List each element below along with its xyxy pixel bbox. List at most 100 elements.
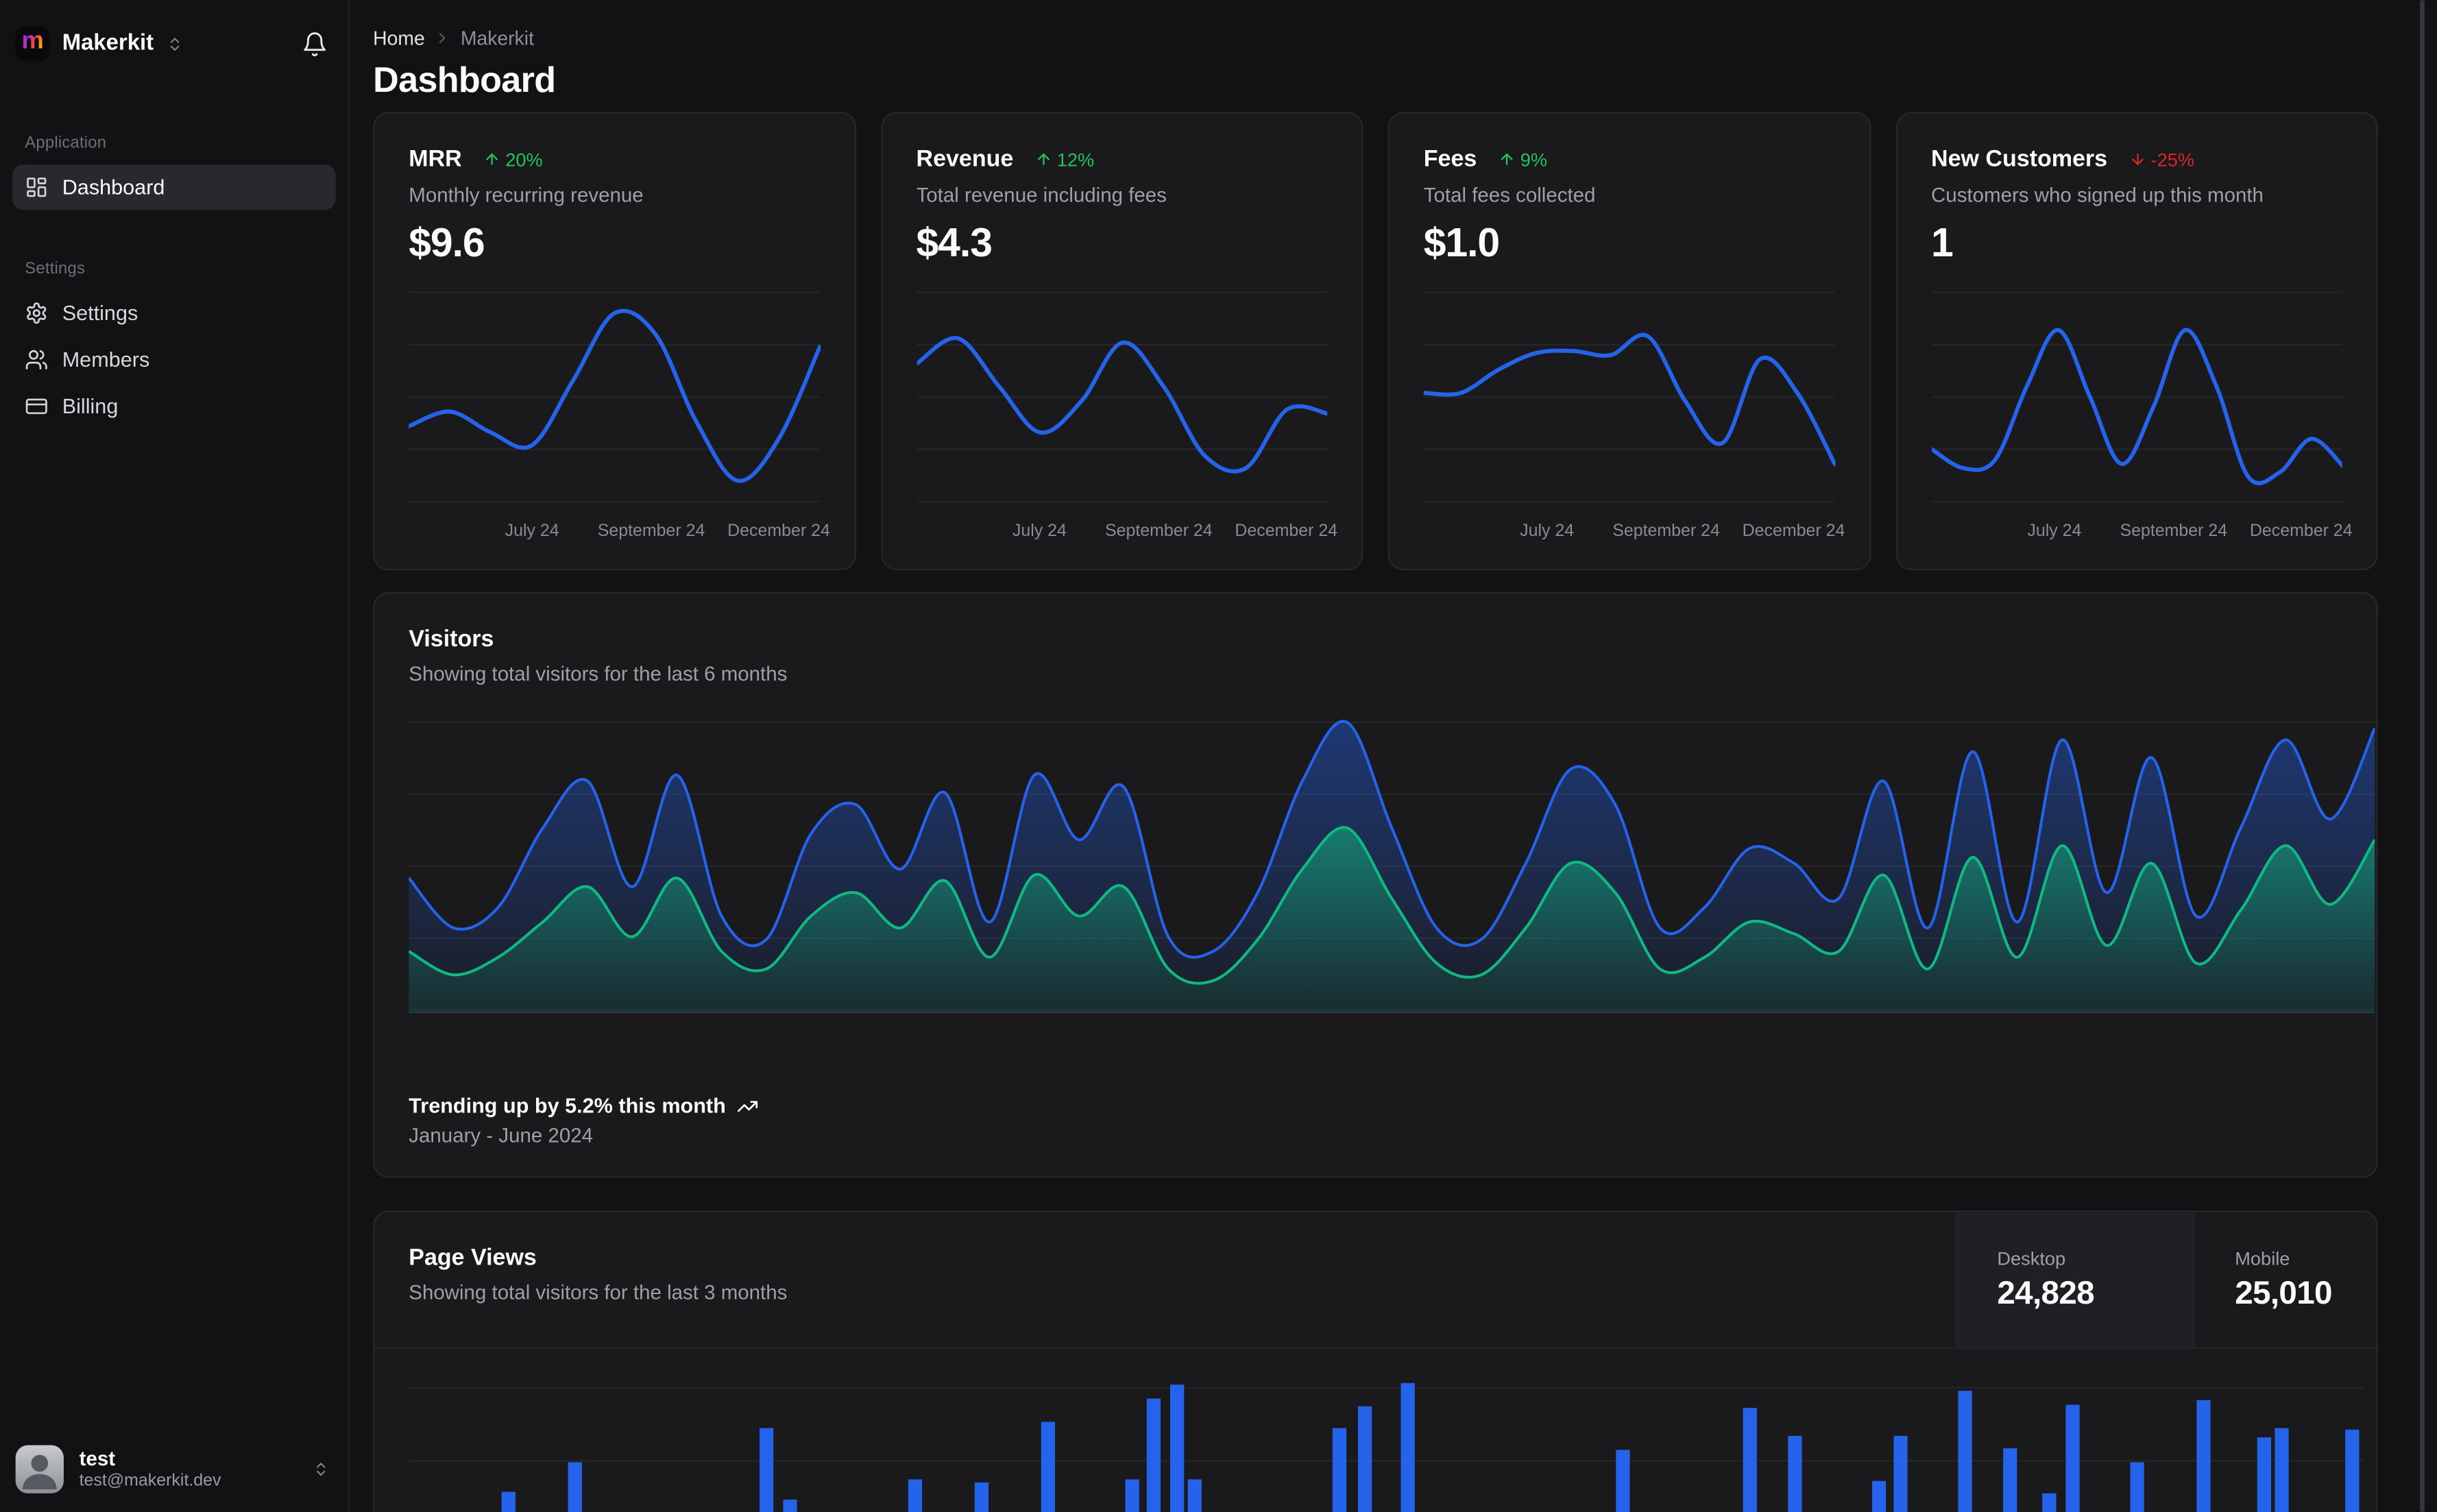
stat-card-mrr: MRR 20% Monthly recurring revenue $9.6 J…	[373, 112, 856, 571]
new-customers-sparkline-chart	[1931, 280, 2342, 517]
sidebar-item-label: Billing	[62, 394, 119, 418]
credit-card-icon	[25, 398, 47, 415]
trend-value: 12%	[1056, 148, 1095, 171]
makerkit-logo: m	[15, 26, 50, 61]
stat-value: $4.3	[916, 219, 993, 266]
gear-icon	[27, 302, 47, 324]
fees-sparkline-chart	[1423, 280, 1835, 517]
bell-icon	[304, 31, 326, 56]
stat-card-new-customers: New Customers -25% Customers who signed …	[1895, 112, 2378, 571]
main-content: Home Makerkit Dashboard MRR 20% Monthly …	[351, 0, 2437, 1512]
page-title: Dashboard	[373, 59, 556, 100]
stat-value: $9.6	[409, 219, 485, 266]
x-tick: July 24	[1520, 522, 1575, 541]
visitors-subtitle: Showing total visitors for the last 6 mo…	[409, 661, 788, 685]
sidebar-item-label: Dashboard	[62, 175, 165, 199]
stat-subtitle: Total revenue including fees	[916, 183, 1167, 207]
workspace-selector[interactable]: m Makerkit	[15, 26, 184, 61]
x-axis-labels: July 24 September 24 December 24	[917, 521, 1337, 544]
notifications-button[interactable]	[302, 29, 330, 58]
visitors-title: Visitors	[409, 626, 494, 653]
tab-label: Desktop	[1997, 1247, 2066, 1269]
stat-value: 1	[1931, 219, 1954, 266]
app-root: m Makerkit Application Dashboard Setting…	[0, 0, 2437, 1512]
stat-title: Fees	[1423, 146, 1477, 173]
sidebar-item-settings[interactable]: Settings	[12, 291, 336, 336]
x-tick: December 24	[727, 522, 830, 541]
tab-label: Mobile	[2235, 1247, 2290, 1269]
sidebar-item-dashboard[interactable]: Dashboard	[12, 164, 336, 210]
page-scrollbar[interactable]	[2420, 0, 2425, 1512]
breadcrumb: Home Makerkit	[373, 25, 2378, 51]
trend-value: 9%	[1520, 148, 1548, 171]
stat-card-revenue: Revenue 12% Total revenue including fees…	[880, 112, 1363, 571]
x-tick: September 24	[1612, 522, 1720, 541]
sidebar-item-label: Settings	[62, 301, 138, 325]
x-tick: September 24	[1104, 522, 1213, 541]
user-menu[interactable]: test test@makerkit.dev	[12, 1442, 336, 1496]
trending-up-icon	[738, 1100, 758, 1112]
avatar	[15, 1445, 64, 1493]
sidebar-item-label: Members	[62, 347, 150, 371]
person-icon	[22, 1454, 57, 1489]
x-tick: July 24	[2027, 522, 2082, 541]
tab-desktop[interactable]: Desktop 24,828	[1955, 1212, 2194, 1348]
trend-badge: 20%	[483, 148, 543, 171]
x-tick: September 24	[2120, 522, 2228, 541]
user-email: test@makerkit.dev	[79, 1472, 221, 1491]
trend-value: 20%	[505, 148, 543, 171]
arrow-up-icon	[1038, 153, 1050, 165]
user-name: test	[79, 1446, 116, 1470]
arrow-up-icon	[1501, 153, 1513, 165]
stat-subtitle: Total fees collected	[1423, 183, 1596, 207]
page-views-bar-chart	[409, 1354, 2364, 1512]
x-axis-labels: July 24 September 24 December 24	[1424, 521, 1845, 544]
x-axis-labels: July 24 September 24 December 24	[1931, 521, 2352, 544]
x-tick: July 24	[505, 522, 559, 541]
x-tick: September 24	[597, 522, 705, 541]
tab-mobile[interactable]: Mobile 25,010	[2193, 1212, 2377, 1348]
tab-value: 24,828	[1997, 1275, 2094, 1311]
chevrons-up-down-icon	[316, 1463, 326, 1476]
tab-value: 25,010	[2235, 1275, 2332, 1311]
trend-badge: 9%	[1499, 148, 1548, 171]
sidebar: m Makerkit Application Dashboard Setting…	[0, 0, 350, 1512]
stat-subtitle: Monthly recurring revenue	[409, 183, 644, 207]
breadcrumb-home[interactable]: Home	[373, 27, 425, 49]
stat-subtitle: Customers who signed up this month	[1931, 183, 2264, 207]
visitors-card: Visitors Showing total visitors for the …	[373, 592, 2378, 1178]
x-axis-labels: July 24 September 24 December 24	[409, 521, 830, 544]
page-views-card: Page Views Showing total visitors for th…	[373, 1210, 2378, 1512]
x-tick: December 24	[1235, 522, 1338, 541]
chevrons-up-down-icon	[170, 37, 179, 50]
nav-section-label: Application	[25, 133, 107, 153]
trend-badge: 12%	[1035, 148, 1095, 171]
visitors-footer: Trending up by 5.2% this month January -…	[409, 1094, 2376, 1147]
page-views-tabs: Desktop 24,828 Mobile 25,010	[1955, 1212, 2377, 1348]
mrr-sparkline-chart	[409, 280, 820, 517]
layout-dashboard-icon	[27, 178, 47, 197]
page-views-title: Page Views	[409, 1245, 537, 1271]
visitors-trend-text: Trending up by 5.2% this month	[409, 1094, 726, 1118]
trend-badge: -25%	[2129, 149, 2194, 170]
visitors-period: January - June 2024	[409, 1123, 594, 1147]
stat-title: MRR	[409, 146, 462, 173]
stat-title: New Customers	[1931, 146, 2108, 173]
arrow-down-icon	[2131, 153, 2144, 165]
page-views-subtitle: Showing total visitors for the last 3 mo…	[409, 1280, 788, 1304]
arrow-up-icon	[486, 153, 498, 165]
breadcrumb-current: Makerkit	[460, 27, 534, 49]
workspace-name: Makerkit	[62, 31, 154, 56]
revenue-sparkline-chart	[916, 280, 1328, 517]
x-tick: December 24	[1742, 522, 1845, 541]
sidebar-header: m Makerkit	[12, 16, 336, 72]
stat-cards-row: MRR 20% Monthly recurring revenue $9.6 J…	[373, 112, 2378, 571]
chevron-right-icon	[439, 33, 446, 43]
x-tick: December 24	[2249, 522, 2353, 541]
stat-value: $1.0	[1423, 219, 1500, 266]
nav-section-label: Settings	[25, 259, 86, 278]
sidebar-nav: Application Dashboard Settings Settings …	[12, 134, 336, 430]
logo-letter: m	[21, 27, 44, 55]
sidebar-item-members[interactable]: Members	[12, 337, 336, 382]
sidebar-item-billing[interactable]: Billing	[12, 384, 336, 429]
